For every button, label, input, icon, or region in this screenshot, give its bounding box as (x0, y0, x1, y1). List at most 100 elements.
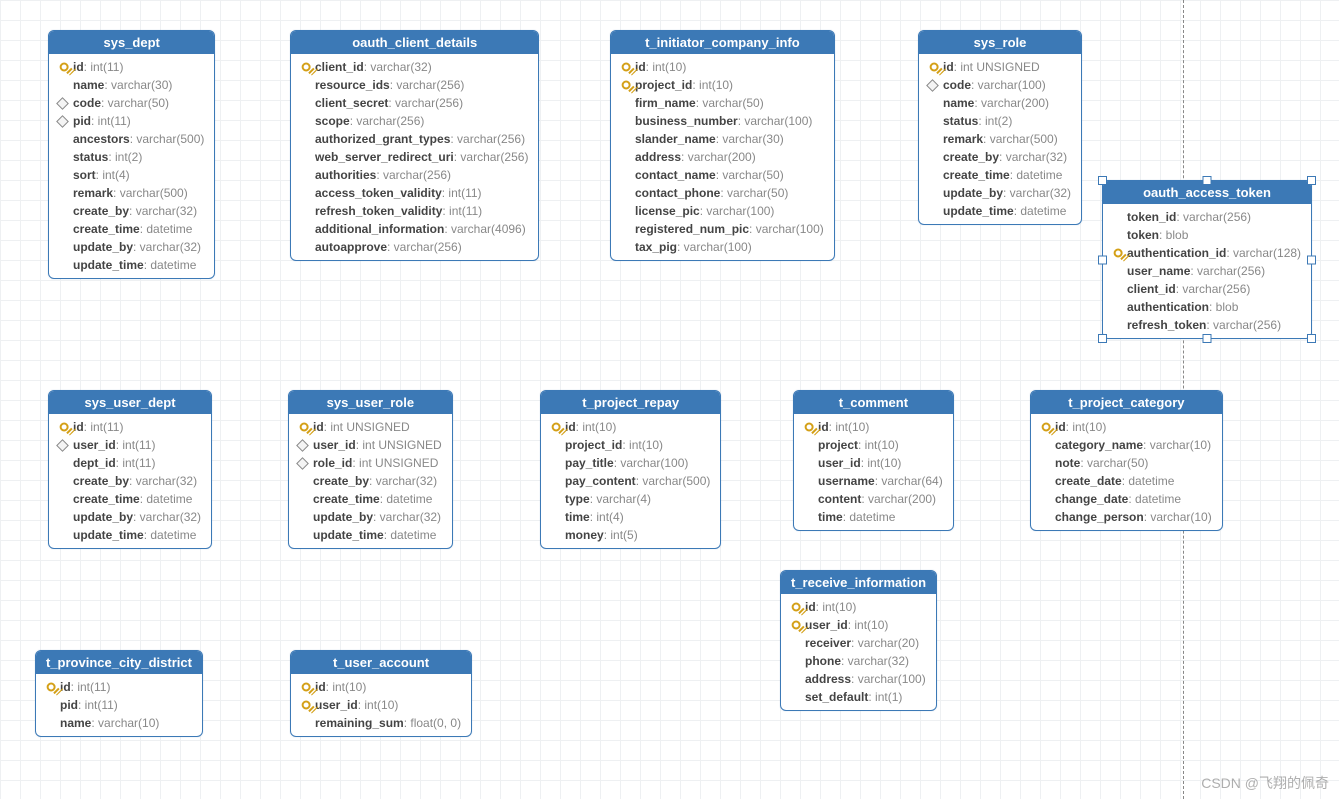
table-sys_dept[interactable]: sys_deptid: int(11)name: varchar(30)code… (48, 30, 215, 279)
table-column[interactable]: time: int(4) (541, 508, 720, 526)
table-sys_role[interactable]: sys_roleid: int UNSIGNEDcode: varchar(10… (918, 30, 1082, 225)
table-sys_user_role[interactable]: sys_user_role id: int UNSIGNEDuser_id: in… (288, 390, 453, 549)
table-column[interactable]: update_time: datetime (289, 526, 452, 544)
diagram-canvas[interactable]: sys_deptid: int(11)name: varchar(30)code… (0, 0, 1339, 799)
table-column[interactable]: pay_content: varchar(500) (541, 472, 720, 490)
table-column[interactable]: client_secret: varchar(256) (291, 94, 538, 112)
table-column[interactable]: create_by: varchar(32) (919, 148, 1081, 166)
table-column[interactable]: autoapprove: varchar(256) (291, 238, 538, 256)
table-column[interactable]: authentication: blob (1103, 298, 1311, 316)
table-column[interactable]: contact_name: varchar(50) (611, 166, 834, 184)
table-column[interactable]: client_id: varchar(256) (1103, 280, 1311, 298)
table-column[interactable]: id: int(10) (291, 678, 471, 696)
table-column[interactable]: create_by: varchar(32) (289, 472, 452, 490)
table-column[interactable]: name: varchar(30) (49, 76, 214, 94)
table-column[interactable]: update_time: datetime (49, 526, 211, 544)
table-column[interactable]: remaining_sum: float(0, 0) (291, 714, 471, 732)
table-t_initiator_company_info[interactable]: t_initiator_company_infoid: int(10)proje… (610, 30, 835, 261)
table-column[interactable]: refresh_token: varchar(256) (1103, 316, 1311, 334)
table-column[interactable]: id: int(10) (611, 58, 834, 76)
table-column[interactable]: set_default: int(1) (781, 688, 936, 706)
table-column[interactable]: resource_ids: varchar(256) (291, 76, 538, 94)
table-column[interactable]: user_id: int(10) (794, 454, 953, 472)
table-column[interactable]: registered_num_pic: varchar(100) (611, 220, 834, 238)
table-header[interactable]: t_comment (794, 391, 953, 414)
table-column[interactable]: update_by: varchar(32) (49, 238, 214, 256)
table-column[interactable]: token_id: varchar(256) (1103, 208, 1311, 226)
table-header[interactable]: t_project_category (1031, 391, 1222, 414)
table-header[interactable]: oauth_client_details (291, 31, 538, 54)
table-header[interactable]: t_receive_information (781, 571, 936, 594)
table-column[interactable]: id: int(11) (36, 678, 202, 696)
table-column[interactable]: remark: varchar(500) (49, 184, 214, 202)
table-column[interactable]: change_person: varchar(10) (1031, 508, 1222, 526)
table-column[interactable]: additional_information: varchar(4096) (291, 220, 538, 238)
table-column[interactable]: user_id: int(11) (49, 436, 211, 454)
table-column[interactable]: name: varchar(200) (919, 94, 1081, 112)
table-t_comment[interactable]: t_comment id: int(10)project: int(10)user… (793, 390, 954, 531)
table-column[interactable]: note: varchar(50) (1031, 454, 1222, 472)
table-t_project_repay[interactable]: t_project_repay id: int(10)project_id: in… (540, 390, 721, 549)
table-column[interactable]: access_token_validity: int(11) (291, 184, 538, 202)
table-column[interactable]: remark: varchar(500) (919, 130, 1081, 148)
table-column[interactable]: id: int UNSIGNED (289, 418, 452, 436)
table-column[interactable]: scope: varchar(256) (291, 112, 538, 130)
table-column[interactable]: address: varchar(200) (611, 148, 834, 166)
table-header[interactable]: sys_user_dept (49, 391, 211, 414)
table-column[interactable]: create_by: varchar(32) (49, 202, 214, 220)
table-column[interactable]: user_id: int UNSIGNED (289, 436, 452, 454)
table-header[interactable]: sys_role (919, 31, 1081, 54)
table-column[interactable]: ancestors: varchar(500) (49, 130, 214, 148)
table-column[interactable]: user_id: int(10) (291, 696, 471, 714)
table-column[interactable]: pid: int(11) (36, 696, 202, 714)
table-column[interactable]: receiver: varchar(20) (781, 634, 936, 652)
table-column[interactable]: change_date: datetime (1031, 490, 1222, 508)
table-header[interactable]: t_initiator_company_info (611, 31, 834, 54)
table-column[interactable]: create_time: datetime (919, 166, 1081, 184)
table-column[interactable]: create_by: varchar(32) (49, 472, 211, 490)
table-column[interactable]: id: int(11) (49, 418, 211, 436)
table-column[interactable]: pay_title: varchar(100) (541, 454, 720, 472)
table-column[interactable]: update_time: datetime (919, 202, 1081, 220)
table-column[interactable]: update_by: varchar(32) (289, 508, 452, 526)
table-column[interactable]: project: int(10) (794, 436, 953, 454)
table-t_user_account[interactable]: t_user_account id: int(10)user_id: int(10… (290, 650, 472, 737)
table-column[interactable]: category_name: varchar(10) (1031, 436, 1222, 454)
table-column[interactable]: time: datetime (794, 508, 953, 526)
table-column[interactable]: address: varchar(100) (781, 670, 936, 688)
table-column[interactable]: role_id: int UNSIGNED (289, 454, 452, 472)
table-column[interactable]: firm_name: varchar(50) (611, 94, 834, 112)
table-header[interactable]: t_project_repay (541, 391, 720, 414)
table-column[interactable]: id: int(10) (781, 598, 936, 616)
table-t_province_city_district[interactable]: t_province_city_districtid: int(11)pid: … (35, 650, 203, 737)
table-column[interactable]: authorized_grant_types: varchar(256) (291, 130, 538, 148)
table-t_project_category[interactable]: t_project_categoryid: int(10)category_na… (1030, 390, 1223, 531)
table-oauth_client_details[interactable]: oauth_client_detailsclient_id: varchar(3… (290, 30, 539, 261)
table-column[interactable]: license_pic: varchar(100) (611, 202, 834, 220)
table-column[interactable]: token: blob (1103, 226, 1311, 244)
table-column[interactable]: update_by: varchar(32) (919, 184, 1081, 202)
table-column[interactable]: phone: varchar(32) (781, 652, 936, 670)
table-column[interactable]: id: int(10) (541, 418, 720, 436)
table-header[interactable]: sys_user_role (289, 391, 452, 414)
table-column[interactable]: id: int(10) (794, 418, 953, 436)
table-column[interactable]: create_time: datetime (289, 490, 452, 508)
table-column[interactable]: create_time: datetime (49, 490, 211, 508)
table-column[interactable]: project_id: int(10) (541, 436, 720, 454)
table-column[interactable]: refresh_token_validity: int(11) (291, 202, 538, 220)
table-header[interactable]: t_user_account (291, 651, 471, 674)
table-column[interactable]: business_number: varchar(100) (611, 112, 834, 130)
table-column[interactable]: update_time: datetime (49, 256, 214, 274)
table-column[interactable]: status: int(2) (919, 112, 1081, 130)
table-column[interactable]: money: int(5) (541, 526, 720, 544)
table-column[interactable]: name: varchar(10) (36, 714, 202, 732)
table-column[interactable]: type: varchar(4) (541, 490, 720, 508)
table-header[interactable]: sys_dept (49, 31, 214, 54)
table-column[interactable]: user_name: varchar(256) (1103, 262, 1311, 280)
table-oauth_access_token[interactable]: oauth_access_token token_id: varchar(256)… (1102, 180, 1312, 339)
table-column[interactable]: dept_id: int(11) (49, 454, 211, 472)
table-column[interactable]: contact_phone: varchar(50) (611, 184, 834, 202)
table-column[interactable]: create_date: datetime (1031, 472, 1222, 490)
table-column[interactable]: id: int UNSIGNED (919, 58, 1081, 76)
table-header[interactable]: oauth_access_token (1103, 181, 1311, 204)
